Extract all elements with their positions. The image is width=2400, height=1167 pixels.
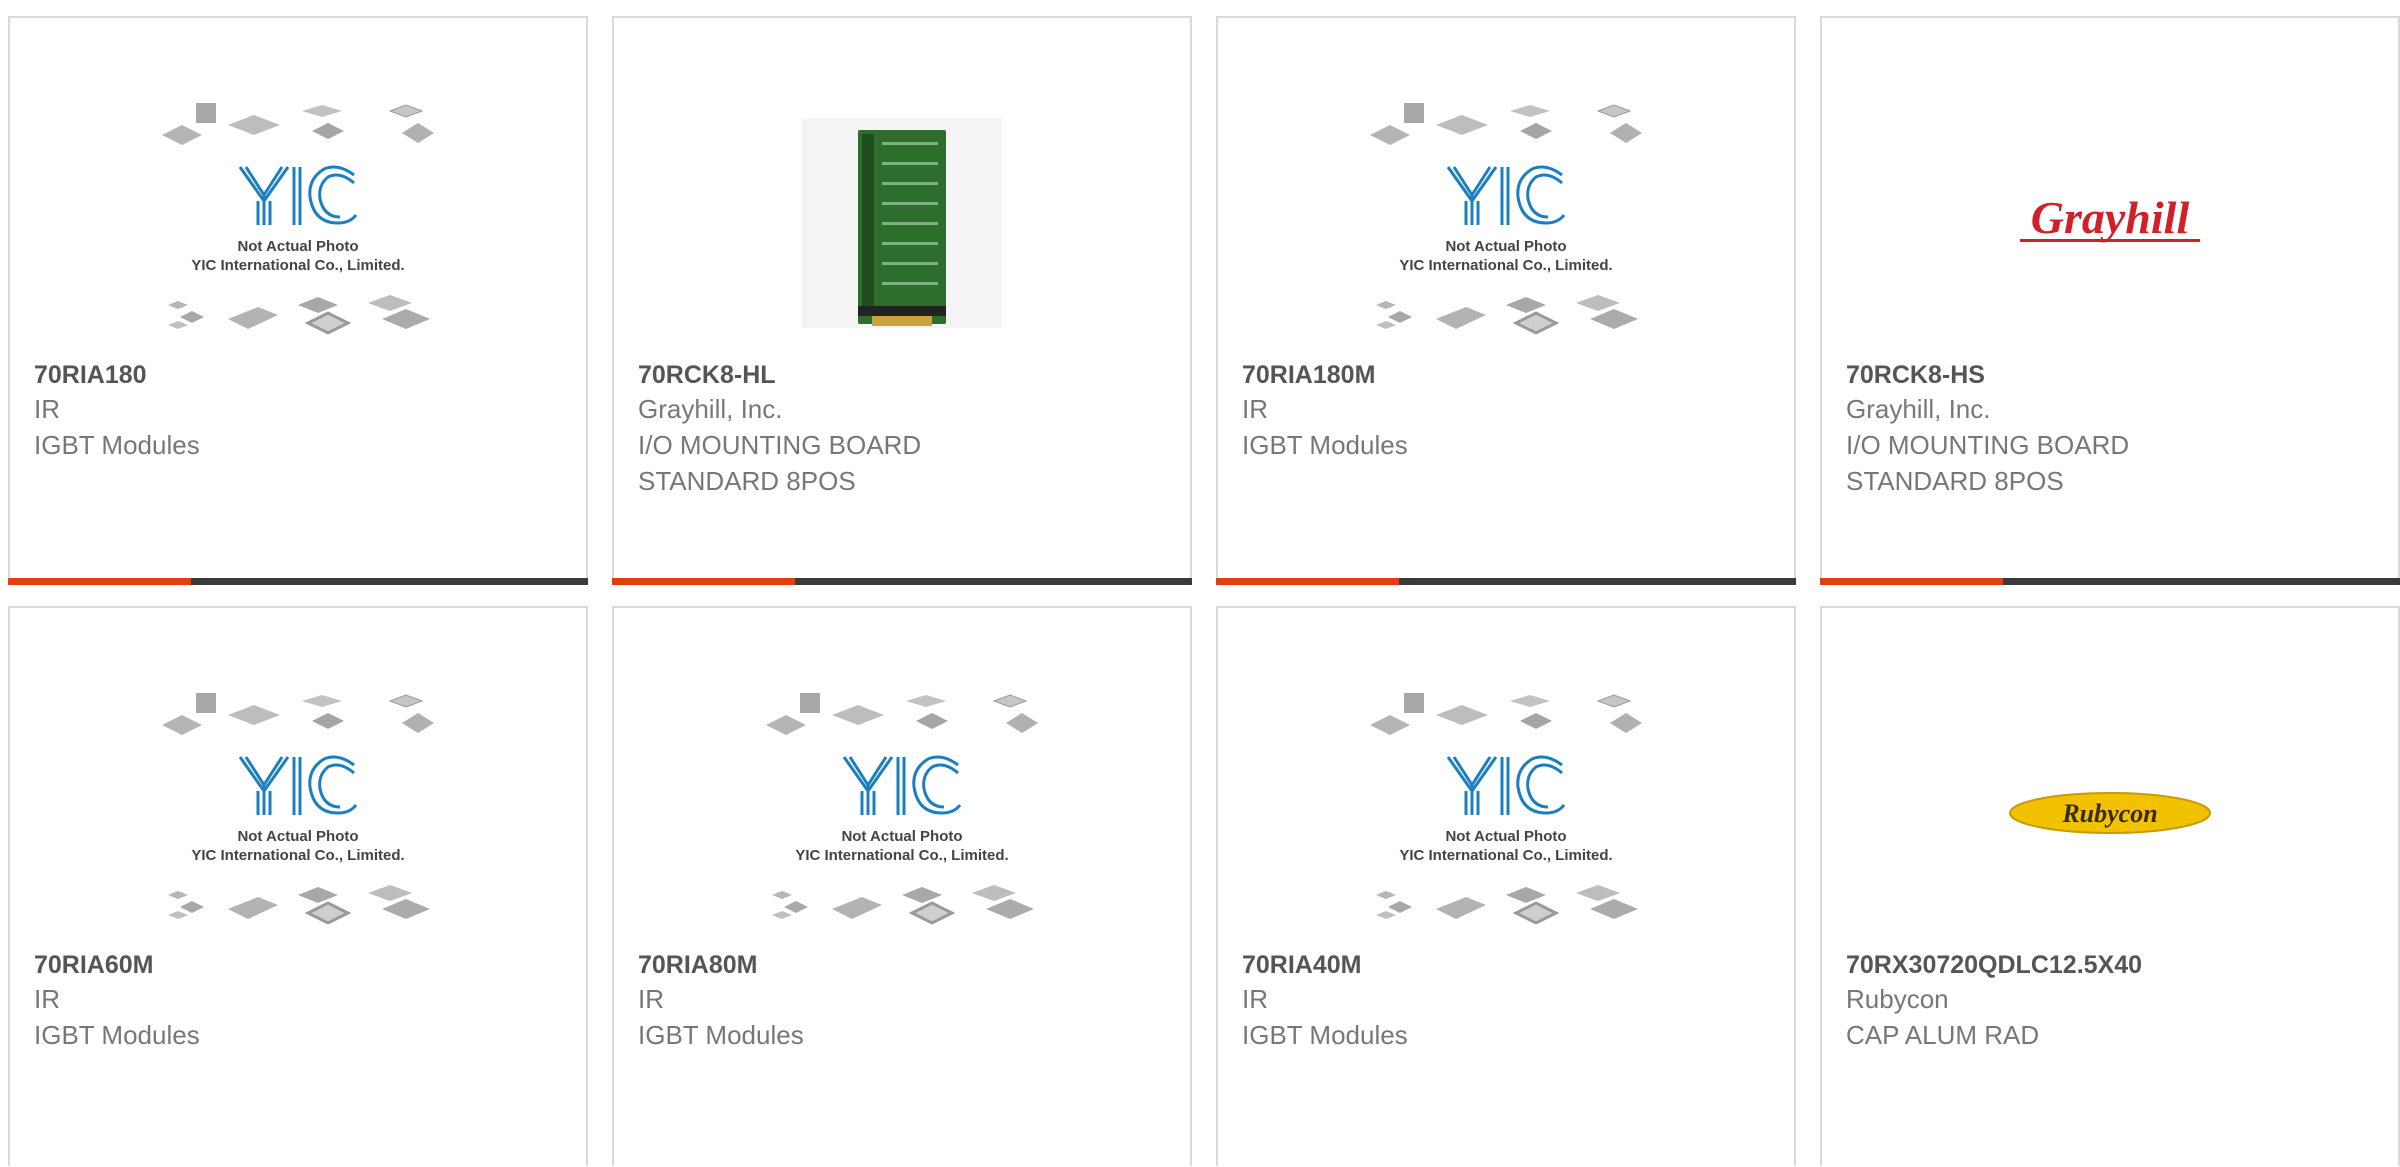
card-accent-strip — [1820, 578, 2003, 585]
grayhill-logo-text: Grayhill — [2031, 192, 2190, 243]
product-info: 70RIA180 IR IGBT Modules — [34, 359, 562, 463]
placeholder-line2: YIC International Co., Limited. — [795, 847, 1008, 864]
manufacturer: IR — [34, 394, 60, 424]
not-actual-photo-placeholder-image: Not Actual Photo YIC International Co., … — [161, 103, 435, 335]
product-image: Rubycon — [1822, 668, 2398, 958]
rubycon-logo: Rubycon — [2009, 792, 2211, 834]
card-accent-strip — [8, 578, 191, 585]
description: IGBT Modules — [1242, 430, 1408, 460]
product-info: 70RIA180M IR IGBT Modules — [1242, 359, 1770, 463]
manufacturer: IR — [638, 984, 664, 1014]
product-image — [614, 78, 1190, 368]
part-number[interactable]: 70RIA180M — [1242, 359, 1770, 391]
manufacturer: Rubycon — [1846, 984, 1949, 1014]
product-image: Not Actual Photo YIC International Co., … — [10, 78, 586, 368]
card-bottom-bar — [1820, 578, 2400, 585]
placeholder-line2: YIC International Co., Limited. — [191, 257, 404, 274]
description: IGBT Modules — [1242, 1020, 1408, 1050]
manufacturer: Grayhill, Inc. — [1846, 394, 1991, 424]
circuit-board-image — [802, 118, 1002, 328]
product-card[interactable]: 70RCK8-HL Grayhill, Inc. I/O MOUNTING BO… — [612, 16, 1192, 585]
product-card[interactable]: Rubycon 70RX30720QDLC12.5X40 Rubycon CAP… — [1820, 606, 2400, 1166]
manufacturer: IR — [1242, 984, 1268, 1014]
product-info: 70RCK8-HS Grayhill, Inc. I/O MOUNTING BO… — [1846, 359, 2374, 499]
product-image: Not Actual Photo YIC International Co., … — [1218, 78, 1794, 368]
not-actual-photo-placeholder-image: Not Actual Photo YIC International Co., … — [1369, 693, 1643, 925]
part-number[interactable]: 70RIA60M — [34, 949, 562, 981]
product-image: Grayhill — [1822, 78, 2398, 368]
grayhill-logo: Grayhill — [2020, 192, 2200, 243]
not-actual-photo-placeholder-image: Not Actual Photo YIC International Co., … — [1369, 103, 1643, 335]
product-image: Not Actual Photo YIC International Co., … — [1218, 668, 1794, 958]
product-card[interactable]: Not Actual Photo YIC International Co., … — [8, 606, 588, 1166]
not-actual-photo-placeholder-image: Not Actual Photo YIC International Co., … — [161, 693, 435, 925]
part-number[interactable]: 70RIA180 — [34, 359, 562, 391]
description: CAP ALUM RAD — [1846, 1020, 2040, 1050]
description: I/O MOUNTING BOARD STANDARD 8POS — [638, 430, 922, 496]
manufacturer: IR — [34, 984, 60, 1014]
manufacturer: IR — [1242, 394, 1268, 424]
description: I/O MOUNTING BOARD STANDARD 8POS — [1846, 430, 2130, 496]
product-grid: Not Actual Photo YIC International Co., … — [0, 0, 2400, 1167]
placeholder-line1: Not Actual Photo — [1445, 238, 1566, 255]
product-info: 70RIA40M IR IGBT Modules — [1242, 949, 1770, 1053]
card-accent-strip — [612, 578, 795, 585]
placeholder-line1: Not Actual Photo — [237, 828, 358, 845]
card-bottom-bar — [8, 578, 588, 585]
card-bottom-bar — [1216, 578, 1796, 585]
description: IGBT Modules — [638, 1020, 804, 1050]
placeholder-line1: Not Actual Photo — [1445, 828, 1566, 845]
part-number[interactable]: 70RIA80M — [638, 949, 1166, 981]
rubycon-logo-text: Rubycon — [2061, 799, 2157, 828]
description: IGBT Modules — [34, 1020, 200, 1050]
placeholder-line2: YIC International Co., Limited. — [1399, 847, 1612, 864]
not-actual-photo-placeholder-image: Not Actual Photo YIC International Co., … — [765, 693, 1039, 925]
product-image: Not Actual Photo YIC International Co., … — [10, 668, 586, 958]
part-number[interactable]: 70RCK8-HS — [1846, 359, 2374, 391]
product-card[interactable]: Grayhill 70RCK8-HS Grayhill, Inc. I/O MO… — [1820, 16, 2400, 585]
product-info: 70RIA80M IR IGBT Modules — [638, 949, 1166, 1053]
card-bottom-bar — [612, 578, 1192, 585]
product-info: 70RIA60M IR IGBT Modules — [34, 949, 562, 1053]
product-info: 70RX30720QDLC12.5X40 Rubycon CAP ALUM RA… — [1846, 949, 2374, 1053]
placeholder-line1: Not Actual Photo — [841, 828, 962, 845]
manufacturer: Grayhill, Inc. — [638, 394, 783, 424]
description: IGBT Modules — [34, 430, 200, 460]
product-card[interactable]: Not Actual Photo YIC International Co., … — [1216, 16, 1796, 585]
product-card[interactable]: Not Actual Photo YIC International Co., … — [8, 16, 588, 585]
placeholder-line1: Not Actual Photo — [237, 238, 358, 255]
placeholder-line2: YIC International Co., Limited. — [1399, 257, 1612, 274]
product-card[interactable]: Not Actual Photo YIC International Co., … — [612, 606, 1192, 1166]
placeholder-line2: YIC International Co., Limited. — [191, 847, 404, 864]
part-number[interactable]: 70RCK8-HL — [638, 359, 1166, 391]
product-card[interactable]: Not Actual Photo YIC International Co., … — [1216, 606, 1796, 1166]
product-image: Not Actual Photo YIC International Co., … — [614, 668, 1190, 958]
card-accent-strip — [1216, 578, 1399, 585]
product-info: 70RCK8-HL Grayhill, Inc. I/O MOUNTING BO… — [638, 359, 1166, 499]
part-number[interactable]: 70RX30720QDLC12.5X40 — [1846, 949, 2374, 981]
part-number[interactable]: 70RIA40M — [1242, 949, 1770, 981]
